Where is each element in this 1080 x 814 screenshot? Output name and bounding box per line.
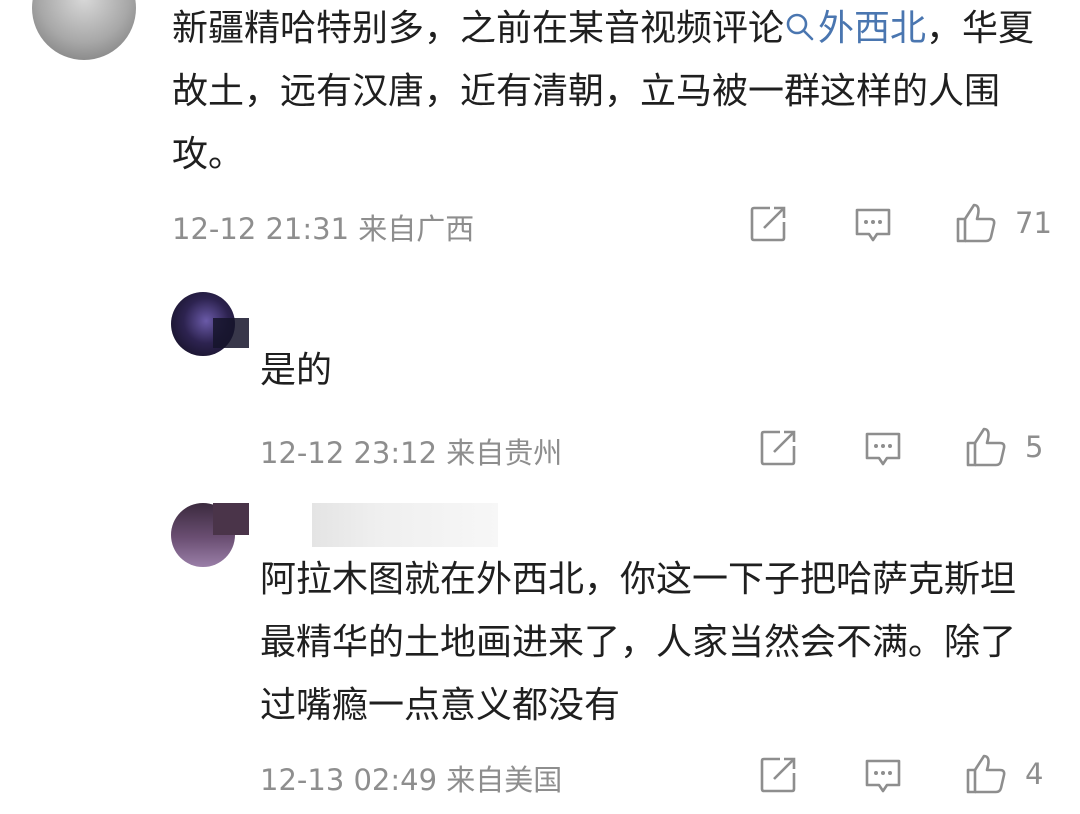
comment-text: 新疆精哈特别多，之前在某音视频评论 外西北，华夏故土，远有汉唐，近有清朝，立马被一… [172, 0, 1052, 186]
share-icon [750, 206, 786, 242]
comment-icon [855, 208, 891, 242]
like-button[interactable] [964, 752, 1008, 796]
avatar-blur [213, 503, 249, 535]
like-count: 71 [1015, 206, 1052, 240]
comment-icon [865, 432, 901, 466]
comment-button[interactable] [853, 206, 893, 244]
like-count: 5 [1025, 430, 1044, 464]
comment-meta: 12-12 23:12 来自贵州 [260, 436, 563, 470]
username-blur [312, 503, 498, 547]
topic-link[interactable]: 外西北 [784, 8, 926, 49]
thumbs-up-icon [966, 754, 1006, 794]
username-blur [213, 318, 249, 348]
like-button[interactable] [964, 425, 1008, 469]
topic-link-label: 外西北 [818, 8, 927, 49]
comment-text: 阿拉木图就在外西北，你这一下子把哈萨克斯坦最精华的土地画进来了，人家当然会不满。… [260, 559, 1017, 726]
search-icon [784, 11, 816, 43]
avatar[interactable] [32, 0, 136, 60]
share-button[interactable] [748, 204, 788, 244]
comment-button[interactable] [863, 757, 903, 795]
comment-meta: 12-13 02:49 来自美国 [260, 763, 563, 797]
comment-button[interactable] [863, 430, 903, 468]
share-icon [760, 757, 796, 793]
share-button[interactable] [758, 428, 798, 468]
share-button[interactable] [758, 755, 798, 795]
like-count: 4 [1025, 757, 1044, 791]
share-icon [760, 430, 796, 466]
like-button[interactable] [954, 201, 998, 245]
comment-text-part: 新疆精哈特别多，之前在某音视频评论 [172, 8, 785, 49]
comment-text: 是的 [260, 350, 333, 391]
thumbs-up-icon [956, 203, 996, 243]
comment-meta: 12-12 21:31 来自广西 [172, 212, 475, 246]
comment-icon [865, 759, 901, 793]
thumbs-up-icon [966, 427, 1006, 467]
